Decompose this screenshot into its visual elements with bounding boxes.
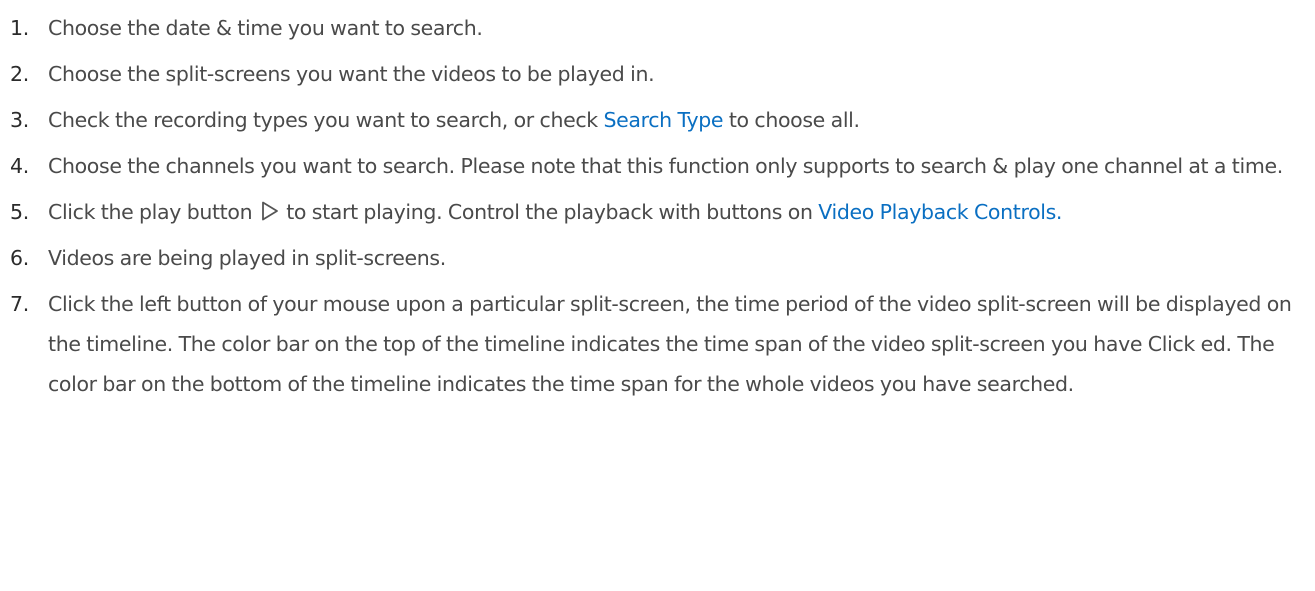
step-text: Choose the channels you want to search. … [48,154,1283,178]
step-text-before-link: Check the recording types you want to se… [48,108,604,132]
play-icon [262,201,279,221]
step-text: Videos are being played in split-screens… [48,246,446,270]
step-7: 7. Click the left button of your mouse u… [0,284,1315,404]
step-number: 7. [10,292,29,316]
step-text-after-link: to choose all. [723,108,860,132]
step-number: 6. [10,246,29,270]
step-5: 5. Click the play button to start playin… [0,192,1315,232]
step-4: 4. Choose the channels you want to searc… [0,146,1315,186]
step-1: 1. Choose the date & time you want to se… [0,8,1315,48]
step-text: Choose the date & time you want to searc… [48,16,483,40]
instruction-steps-list: 1. Choose the date & time you want to se… [0,0,1315,404]
step-number: 1. [10,16,29,40]
step-number: 3. [10,108,29,132]
step-text: Choose the split-screens you want the vi… [48,62,655,86]
step-text-after-icon: to start playing. Control the playback w… [286,200,819,224]
step-3: 3. Check the recording types you want to… [0,100,1315,140]
step-number: 5. [10,200,29,224]
step-6: 6. Videos are being played in split-scre… [0,238,1315,278]
step-number: 2. [10,62,29,86]
video-playback-controls-link[interactable]: Video Playback Controls. [818,200,1062,224]
step-2: 2. Choose the split-screens you want the… [0,54,1315,94]
search-type-link[interactable]: Search Type [604,108,724,132]
step-text: Click the left button of your mouse upon… [48,292,1292,396]
step-number: 4. [10,154,29,178]
step-text-before-icon: Click the play button [48,200,253,224]
